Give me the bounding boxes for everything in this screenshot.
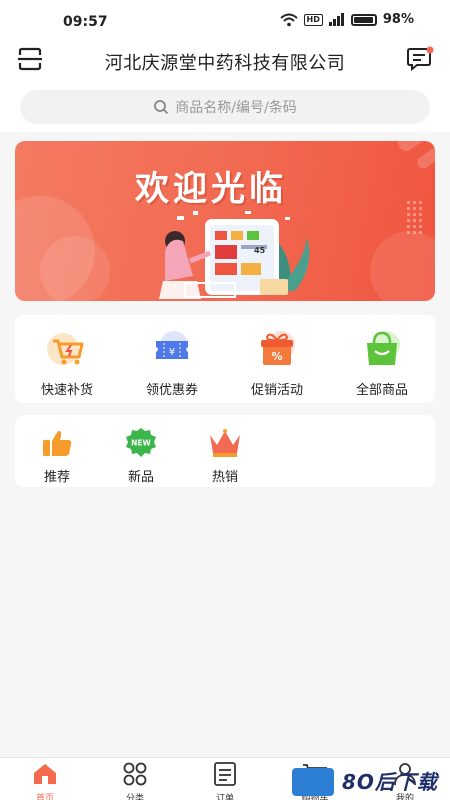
app-header: 河北庆源堂中药科技有限公司 [0, 40, 450, 80]
message-icon[interactable] [405, 45, 435, 73]
recommend-card: 推荐 NEW 新品 热销 [15, 415, 435, 487]
quick-menu-item-coupon[interactable]: ¥ 领优惠券 [120, 329, 224, 398]
battery-icon [350, 13, 377, 26]
banner-headline: 欢迎光临 [135, 169, 287, 209]
search-placeholder: 商品名称/编号/条码 [175, 100, 297, 116]
thumbs-up-icon [43, 430, 72, 456]
quick-menu-item-restock[interactable]: 快速补货 [15, 329, 119, 398]
recommend-label: 热销 [211, 470, 238, 485]
gift-icon: % [261, 331, 295, 365]
banner-price-tag: 45 [254, 246, 266, 255]
battery-level: 98% [382, 12, 414, 27]
home-icon [34, 764, 56, 784]
quick-menu-card: 快速补货 ¥ 领优惠券 % 促销活动 全部商品 [15, 315, 435, 403]
new-badge-text: NEW [131, 439, 151, 448]
search-icon [154, 100, 169, 115]
tab-home[interactable]: 首页 [15, 762, 75, 800]
quick-menu-item-all-products[interactable]: 全部商品 [330, 329, 434, 398]
tab-orders[interactable]: 订单 [195, 762, 255, 800]
signal-icon [328, 13, 344, 26]
watermark-logo-icon [292, 768, 334, 796]
svg-text:¥: ¥ [169, 347, 175, 358]
quick-menu-label: 快速补货 [40, 383, 93, 398]
recommend-item-new[interactable]: NEW 新品 [111, 427, 171, 485]
recommend-item-featured[interactable]: 推荐 [27, 427, 87, 485]
watermark-text: 8O后下载 [342, 770, 438, 794]
search-input[interactable]: 商品名称/编号/条码 [20, 90, 430, 124]
recommend-item-hot[interactable]: 热销 [195, 427, 255, 485]
recommend-label: 推荐 [43, 470, 70, 485]
svg-text:%: % [271, 350, 282, 363]
wifi-icon [279, 13, 298, 26]
status-time: 09:57 [63, 14, 108, 30]
order-icon [214, 762, 236, 786]
crown-icon [210, 429, 240, 457]
tab-label: 分类 [125, 794, 144, 800]
cart-icon [47, 333, 84, 365]
new-badge-icon: NEW [126, 428, 156, 457]
search-bar-container: 商品名称/编号/条码 [0, 80, 450, 132]
quick-menu-item-promotion[interactable]: % 促销活动 [225, 329, 329, 398]
category-icon [123, 762, 147, 786]
coupon-icon: ¥ [156, 331, 188, 359]
status-bar: 09:57 HD 98% [0, 0, 450, 40]
recommend-label: 新品 [127, 470, 154, 485]
page-title: 河北庆源堂中药科技有限公司 [104, 53, 346, 74]
tab-category[interactable]: 分类 [105, 762, 165, 800]
watermark-overlay: 8O后下载 [288, 764, 450, 800]
quick-menu-label: 促销活动 [250, 383, 303, 398]
tab-label: 首页 [35, 794, 54, 800]
hd-badge: HD [303, 13, 323, 26]
tab-label: 订单 [215, 794, 234, 800]
status-icons: HD 98% [279, 12, 414, 27]
shopping-bag-icon [367, 331, 400, 365]
quick-menu-label: 全部商品 [355, 383, 408, 398]
quick-menu-label: 领优惠券 [145, 383, 198, 398]
promo-banner[interactable]: 欢迎光临 45 [15, 141, 435, 301]
